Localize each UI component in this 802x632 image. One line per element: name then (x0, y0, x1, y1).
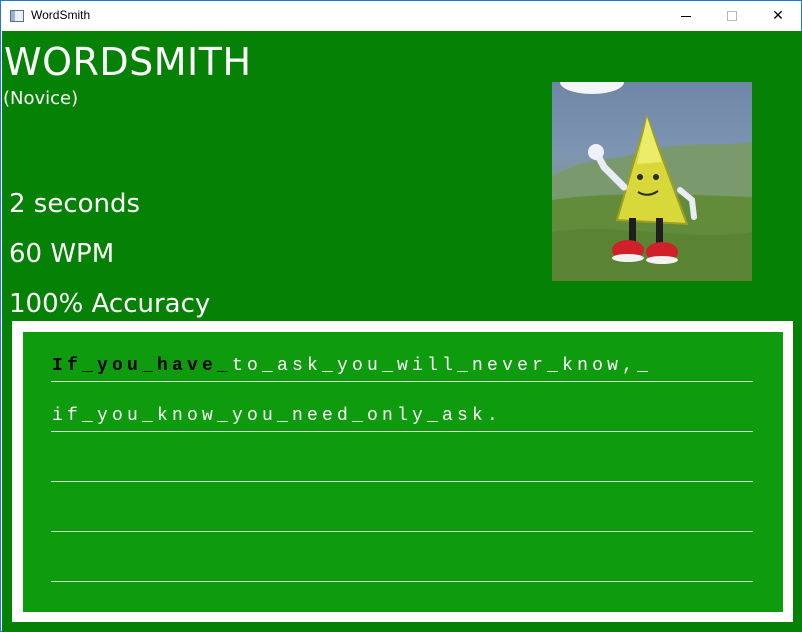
app-window-icon (10, 10, 24, 22)
app-window: WordSmith ✕ WORDSMITH (Novice) 2 seconds… (0, 0, 802, 632)
app-name-heading: WORDSMITH (4, 40, 252, 84)
typing-line-2: if_you_know_you_need_only_ask. (52, 406, 502, 426)
elapsed-time: 2 seconds (9, 189, 141, 219)
game-area: WORDSMITH (Novice) 2 seconds 60 WPM 100%… (2, 31, 802, 632)
window-title: WordSmith (31, 8, 91, 22)
text-rule-1 (51, 381, 753, 382)
minimize-button[interactable] (663, 1, 709, 31)
remaining-text: if_you_know_you_need_only_ask. (52, 406, 503, 426)
typing-line-1: If_you_have_to_ask_you_will_never_know,_ (52, 356, 652, 376)
close-icon: ✕ (772, 8, 784, 24)
maximize-button[interactable] (709, 1, 755, 31)
remaining-text: to_ask_you_will_never_know,_ (232, 356, 653, 376)
maximize-icon (727, 11, 737, 21)
text-rule-5 (51, 581, 753, 582)
text-rule-4 (51, 531, 753, 532)
close-button[interactable]: ✕ (755, 1, 801, 31)
text-rule-3 (51, 481, 753, 482)
title-bar[interactable]: WordSmith ✕ (1, 1, 801, 31)
words-per-minute: 60 WPM (9, 239, 115, 269)
typed-text: If_you_have_ (52, 356, 233, 376)
text-rule-2 (51, 431, 753, 432)
minimize-icon (681, 15, 691, 17)
mascot-character-image (552, 82, 752, 281)
mascot-illustration (552, 82, 752, 281)
rank-label: (Novice) (3, 88, 79, 109)
accuracy: 100% Accuracy (9, 289, 211, 319)
